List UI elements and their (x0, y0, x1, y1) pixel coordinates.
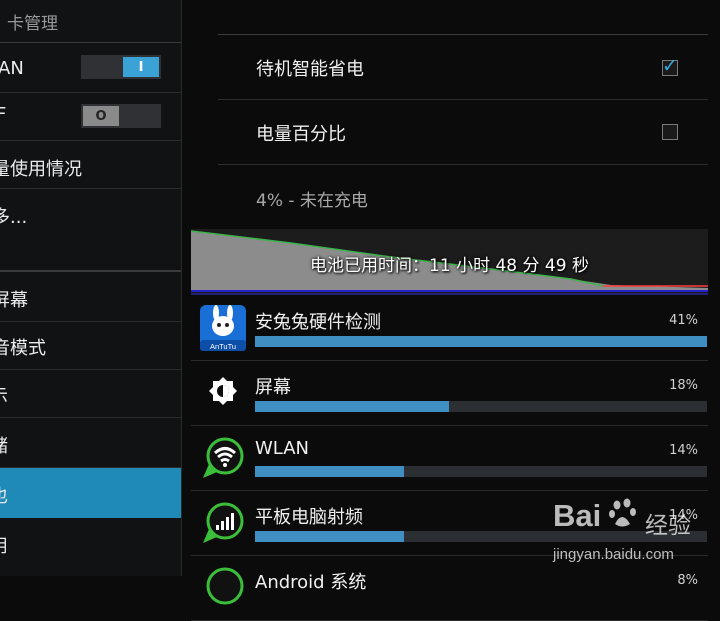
android-icon (199, 564, 247, 612)
watermark-url: jingyan.baidu.com (553, 546, 674, 563)
usage-bar-track (255, 466, 707, 477)
sidebar-title: 卡管理 (7, 14, 58, 34)
app-name: 平板电脑射频 (255, 507, 363, 528)
battery-panel: 待机智能省电 ✓ 电量百分比 4% - 未在充电 电池已用时间：11 小时 48… (191, 0, 720, 621)
battery-history-graph[interactable]: 电池已用时间：11 小时 48 分 49 秒 (191, 229, 708, 295)
sidebar-item-label: 多... (0, 207, 28, 228)
sidebar-item-lock-screen[interactable]: 屏幕 (0, 272, 181, 322)
sidebar-item-bluetooth[interactable]: F O (0, 93, 181, 141)
sidebar-item-label: AN (0, 58, 24, 79)
app-row-screen[interactable]: 屏幕 18% (191, 361, 708, 426)
sidebar-item-apps[interactable]: 用 (0, 518, 181, 568)
antutu-icon: AnTuTu (199, 304, 247, 352)
sidebar-item-label: 储 (0, 432, 8, 458)
svg-text:AnTuTu: AnTuTu (210, 342, 236, 351)
sidebar-item-wlan[interactable]: AN I (0, 43, 181, 93)
setting-label: 电量百分比 (256, 124, 346, 145)
signal-icon (199, 499, 247, 547)
settings-sidebar: 卡管理 AN I F O 量使用情况 多... 屏幕 音模式 示 储 也 用 (0, 0, 182, 576)
jingyan-label: 经验 (645, 513, 691, 539)
toggle-thumb: I (123, 57, 159, 77)
brightness-icon (199, 369, 247, 417)
toggle-thumb: O (83, 106, 119, 126)
app-name: 安兔兔硬件检测 (255, 312, 381, 333)
wlan-toggle[interactable]: I (81, 55, 161, 79)
sidebar-item-more[interactable]: 多... (0, 189, 181, 237)
app-row-wlan[interactable]: WLAN 14% (191, 426, 708, 491)
baidu-jingyan-watermark: Bai 经验 jingyan.baidu.com (553, 498, 713, 570)
battery-percentage-checkbox[interactable] (662, 124, 678, 140)
usage-bar-track (255, 401, 707, 412)
setting-battery-percentage[interactable]: 电量百分比 (218, 100, 708, 165)
battery-uptime-label: 电池已用时间：11 小时 48 分 49 秒 (310, 256, 589, 276)
usage-bar-fill (255, 336, 707, 347)
sidebar-item-label: 屏幕 (0, 290, 28, 311)
app-percent: 8% (677, 573, 698, 588)
sidebar-item-label: F (0, 104, 6, 125)
smart-power-checkbox[interactable]: ✓ (662, 55, 678, 77)
usage-bar-track (255, 336, 707, 347)
sidebar-item-label: 量使用情况 (0, 159, 82, 180)
usage-bar-fill (255, 466, 405, 477)
usage-bar-fill (255, 531, 405, 542)
setting-label: 待机智能省电 (256, 59, 364, 80)
setting-smart-power-saving[interactable]: 待机智能省电 ✓ (218, 35, 708, 100)
bluetooth-toggle[interactable]: O (81, 104, 161, 128)
sidebar-header: 卡管理 (0, 0, 181, 43)
battery-status: 4% - 未在充电 (256, 191, 368, 211)
sidebar-item-label: 音模式 (0, 338, 46, 359)
sidebar-item-label: 用 (0, 532, 8, 558)
app-name: Android 系统 (255, 572, 367, 593)
check-icon: ✓ (662, 55, 678, 77)
app-percent: 18% (669, 378, 698, 393)
wifi-icon (199, 434, 247, 482)
baidu-paw-icon (609, 498, 636, 527)
sidebar-item-display[interactable]: 示 (0, 370, 181, 418)
sidebar-item-sound-mode[interactable]: 音模式 (0, 322, 181, 370)
app-row-antutu[interactable]: AnTuTu 安兔兔硬件检测 41% (191, 296, 708, 361)
sidebar-item-battery[interactable]: 也 (0, 468, 181, 518)
baidu-logo: Bai (553, 498, 602, 533)
app-name: WLAN (255, 438, 310, 459)
app-name: 屏幕 (255, 377, 291, 398)
sidebar-item-data-usage[interactable]: 量使用情况 (0, 141, 181, 189)
sidebar-item-label: 示 (0, 382, 8, 408)
sidebar-item-storage[interactable]: 储 (0, 418, 181, 468)
usage-bar-fill (255, 401, 450, 412)
sidebar-item-label: 也 (0, 482, 8, 508)
app-percent: 14% (669, 443, 698, 458)
app-percent: 41% (669, 313, 698, 328)
